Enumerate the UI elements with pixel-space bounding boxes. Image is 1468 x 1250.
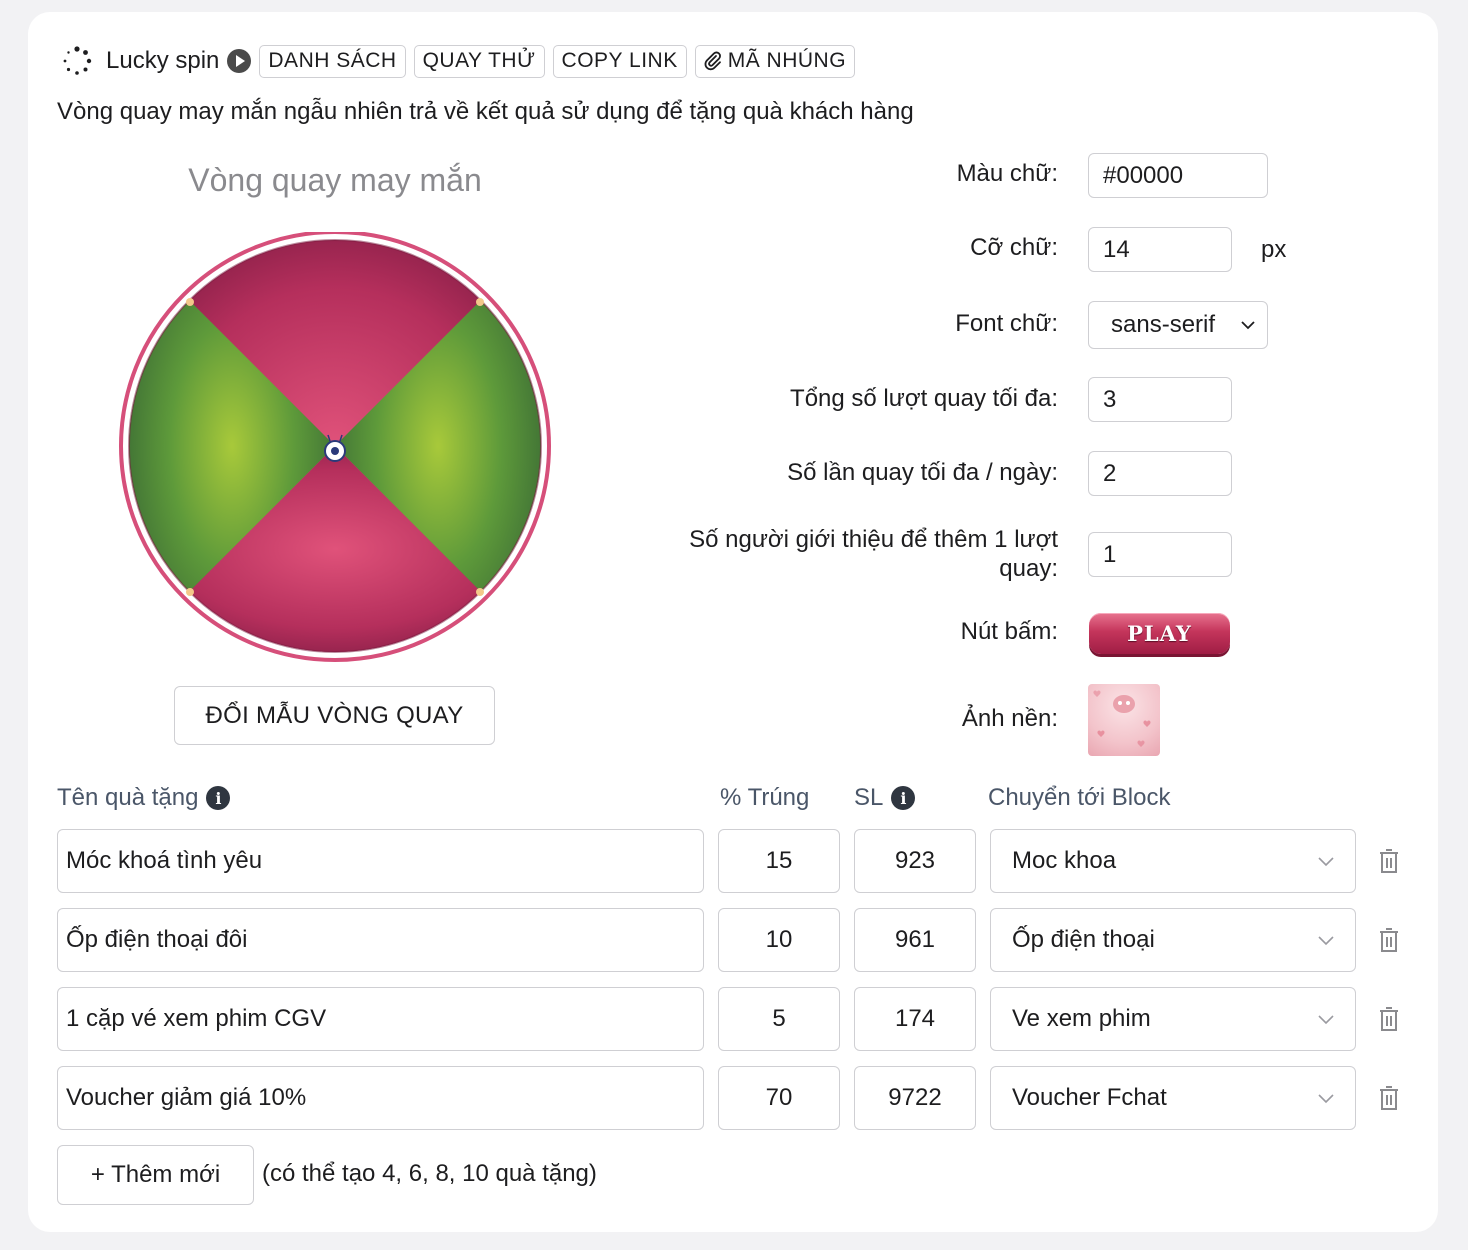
quantity-value: 174 [894, 1005, 936, 1032]
max-spins-per-day-value: 2 [1103, 459, 1117, 487]
goto-block-value: Ve xem phim [1012, 1005, 1151, 1032]
win-pct-value: 5 [772, 1005, 786, 1032]
font-size-label: Cỡ chữ: [970, 234, 1058, 261]
col-goto-block-label: Chuyển tới Block [988, 784, 1171, 811]
list-button-label: DANH SÁCH [268, 49, 397, 72]
win-pct-input[interactable]: 10 [718, 908, 840, 972]
play-button-text: PLAY [1127, 621, 1192, 646]
header-bar: Lucky spin DANH SÁCH QUAY THỬ COPY LINK … [62, 44, 863, 78]
quantity-input[interactable]: 174 [854, 987, 976, 1051]
text-color-label: Màu chữ: [956, 160, 1058, 187]
win-pct-input[interactable]: 15 [718, 829, 840, 893]
add-gift-note: (có thể tạo 4, 6, 8, 10 quà tặng) [262, 1160, 597, 1187]
referrals-per-spin-label: Số người giới thiệu để thêm 1 lượt quay: [689, 526, 1058, 582]
quantity-input[interactable]: 9722 [854, 1066, 976, 1130]
heart-pattern-icon [1093, 690, 1151, 747]
col-win-pct-label: % Trúng [720, 784, 810, 811]
max-total-spins-label: Tổng số lượt quay tối đa: [790, 385, 1058, 412]
win-pct-input[interactable]: 5 [718, 987, 840, 1051]
font-size-value: 14 [1103, 235, 1130, 263]
change-wheel-template-button[interactable]: ĐỔI MẪU VÒNG QUAY [174, 686, 495, 745]
font-family-value: sans-serif [1111, 311, 1216, 338]
col-quantity-label: SL [854, 784, 884, 811]
try-spin-button-label: QUAY THỬ [422, 49, 536, 72]
quantity-value: 9722 [888, 1084, 942, 1111]
col-win-pct: % Trúng [720, 784, 809, 812]
info-icon[interactable]: i [891, 786, 916, 810]
embed-code-button-label: MÃ NHÚNG [727, 49, 847, 72]
gift-name-value: 1 cặp vé xem phim CGV [66, 1005, 327, 1032]
col-quantity: SL i [854, 784, 916, 812]
text-color-value: #00000 [1103, 161, 1184, 189]
gift-name-value: Móc khoá tình yêu [66, 847, 263, 874]
chevron-down-icon [1318, 936, 1334, 946]
embed-code-button[interactable]: MÃ NHÚNG [694, 44, 856, 78]
button-style-label: Nút bấm: [960, 618, 1058, 645]
font-family-label: Font chữ: [955, 310, 1058, 337]
font-family-select[interactable]: sans-serif [1088, 301, 1268, 349]
gift-row: Ốp điện thoại đôi 10 961 Ốp điện thoại [0, 908, 1468, 972]
max-spins-per-day-label: Số lần quay tối đa / ngày: [787, 459, 1058, 486]
goto-block-select[interactable]: Ve xem phim [990, 987, 1356, 1051]
gift-name-input[interactable]: 1 cặp vé xem phim CGV [57, 987, 704, 1051]
gift-name-value: Ốp điện thoại đôi [66, 926, 248, 953]
referrals-per-spin-value: 1 [1103, 540, 1117, 568]
quantity-input[interactable]: 923 [854, 829, 976, 893]
col-gift-name: Tên quà tặng i [57, 784, 231, 812]
chevron-down-icon [1318, 1094, 1334, 1104]
chevron-down-icon [1241, 321, 1255, 330]
paperclip-icon [704, 51, 721, 71]
wheel-title: Vòng quay may mắn [188, 162, 482, 198]
add-gift-button[interactable]: + Thêm mới [57, 1145, 254, 1205]
max-total-spins-value: 3 [1103, 385, 1117, 413]
trash-icon[interactable] [1378, 848, 1400, 874]
app-title: Lucky spin [106, 47, 220, 74]
play-button-preview[interactable]: PLAY [1089, 613, 1230, 654]
goto-block-select[interactable]: Moc khoa [990, 829, 1356, 893]
try-spin-button[interactable]: QUAY THỬ [413, 44, 545, 78]
win-pct-input[interactable]: 70 [718, 1066, 840, 1130]
goto-block-value: Ốp điện thoại [1012, 926, 1155, 953]
trash-icon[interactable] [1378, 1085, 1400, 1111]
play-circle-icon[interactable] [227, 49, 252, 73]
goto-block-select[interactable]: Ốp điện thoại [990, 908, 1356, 972]
win-pct-value: 70 [765, 1084, 793, 1111]
gift-name-input[interactable]: Móc khoá tình yêu [57, 829, 704, 893]
goto-block-value: Moc khoa [1012, 847, 1117, 874]
font-size-unit: px [1261, 236, 1287, 263]
lucky-wheel[interactable] [118, 232, 552, 664]
col-goto-block: Chuyển tới Block [988, 784, 1170, 812]
list-button[interactable]: DANH SÁCH [259, 44, 406, 78]
trash-icon[interactable] [1378, 1006, 1400, 1032]
max-spins-per-day-input[interactable]: 2 [1088, 451, 1232, 496]
trash-icon[interactable] [1378, 927, 1400, 953]
info-icon[interactable]: i [206, 786, 231, 810]
win-pct-value: 15 [765, 847, 793, 874]
quantity-input[interactable]: 961 [854, 908, 976, 972]
chevron-down-icon [1318, 1015, 1334, 1025]
font-size-input[interactable]: 14 [1088, 227, 1232, 272]
col-gift-name-label: Tên quà tặng [57, 784, 199, 811]
referrals-per-spin-input[interactable]: 1 [1088, 532, 1232, 577]
quantity-value: 923 [894, 847, 936, 874]
copy-link-button[interactable]: COPY LINK [552, 44, 687, 78]
quantity-value: 961 [894, 926, 936, 953]
gift-name-input[interactable]: Ốp điện thoại đôi [57, 908, 704, 972]
copy-link-button-label: COPY LINK [561, 49, 678, 72]
win-pct-value: 10 [765, 926, 793, 953]
gift-name-value: Voucher giảm giá 10% [66, 1084, 307, 1111]
gift-row: Voucher giảm giá 10% 70 9722 Voucher Fch… [0, 1066, 1468, 1130]
background-image-label: Ảnh nền: [961, 705, 1058, 732]
chevron-down-icon [1318, 857, 1334, 867]
page-description: Vòng quay may mắn ngẫu nhiên trả về kết … [57, 98, 914, 125]
gift-name-input[interactable]: Voucher giảm giá 10% [57, 1066, 704, 1130]
background-image-thumbnail[interactable] [1088, 684, 1160, 756]
goto-block-select[interactable]: Voucher Fchat [990, 1066, 1356, 1130]
gift-row: Móc khoá tình yêu 15 923 Moc khoa [0, 829, 1468, 893]
gift-row: 1 cặp vé xem phim CGV 5 174 Ve xem phim [0, 987, 1468, 1051]
text-color-input[interactable]: #00000 [1088, 153, 1268, 198]
spinner-icon [63, 46, 92, 75]
goto-block-value: Voucher Fchat [1012, 1084, 1167, 1111]
max-total-spins-input[interactable]: 3 [1088, 377, 1232, 422]
